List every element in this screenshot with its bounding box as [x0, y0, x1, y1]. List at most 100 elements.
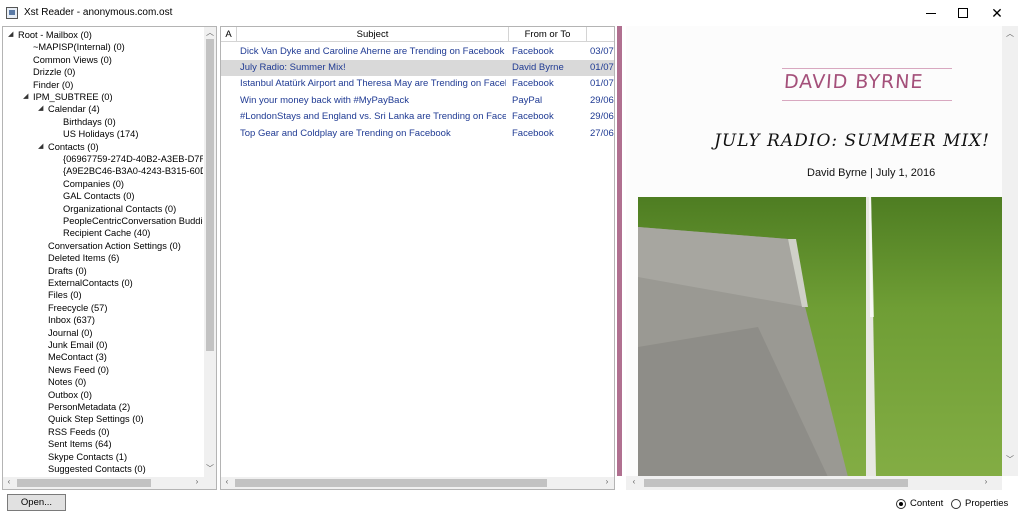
tree-scroll-thumb[interactable] — [206, 39, 214, 351]
message-list[interactable]: A Subject From or To Dick Van Dyke and C… — [220, 26, 615, 490]
message-from: Facebook — [512, 111, 554, 123]
folder-tree[interactable]: ◢ Root - Mailbox (0) ~MAPISP(Internal) (0)… — [2, 26, 217, 490]
tree-item[interactable]: US Holidays (174) — [63, 128, 138, 140]
tree-item[interactable]: Skype Contacts (1) — [48, 451, 127, 463]
tree-item[interactable]: ~MAPISP(Internal) (0) — [33, 41, 125, 53]
logo-rule-bottom — [782, 100, 952, 101]
preview-horizontal-scrollbar[interactable]: ‹ › — [626, 476, 1002, 490]
message-row[interactable]: Win your money back with #MyPayBack PayPa… — [221, 93, 614, 109]
preview-content: DAVID BYRNE JULY RADIO: SUMMER MIX! Davi… — [626, 26, 1002, 476]
scroll-left-icon[interactable]: ‹ — [3, 477, 15, 486]
tree-item[interactable]: Freecycle (57) — [48, 302, 107, 314]
message-from: PayPal — [512, 94, 543, 106]
column-attachment[interactable]: A — [221, 27, 237, 42]
expand-arrow-icon[interactable]: ◢ — [23, 92, 28, 100]
post-byline: David Byrne | July 1, 2016 — [807, 167, 936, 179]
tree-item[interactable]: Outbox (0) — [48, 389, 92, 401]
list-horizontal-scrollbar[interactable]: ‹ › — [221, 477, 614, 489]
preview-vertical-scrollbar[interactable]: ︿ ﹀ — [1002, 26, 1018, 476]
title-bar: Xst Reader - anonymous.com.ost ✕ — [0, 0, 1018, 26]
tree-item[interactable]: Inbox (637) — [48, 314, 95, 326]
tree-item[interactable]: PeopleCentricConversation Buddie — [63, 215, 203, 227]
message-from: Facebook — [512, 78, 554, 90]
tree-item[interactable]: Journal (0) — [48, 327, 92, 339]
tree-vertical-scrollbar[interactable]: ︿ ﹀ — [204, 27, 216, 477]
column-subject[interactable]: Subject — [237, 27, 509, 42]
message-row[interactable]: July Radio: Summer Mix! David Byrne 01/07 — [221, 59, 614, 77]
tree-item[interactable]: {06967759-274D-40B2-A3EB-D7F9 — [63, 153, 203, 165]
maximize-button[interactable] — [946, 0, 980, 26]
tree-item[interactable]: Deleted Items (6) — [48, 252, 119, 264]
properties-radio-icon[interactable] — [951, 498, 961, 509]
tree-hscroll-thumb[interactable] — [17, 479, 151, 487]
tree-item[interactable]: Organizational Contacts (0) — [63, 203, 176, 215]
tree-item[interactable]: Notes (0) — [48, 376, 86, 388]
expand-arrow-icon[interactable]: ◢ — [38, 104, 43, 112]
content-radio-icon[interactable] — [896, 498, 906, 509]
tree-item[interactable]: Calendar (4) — [48, 103, 100, 115]
tree-item[interactable]: Drizzle (0) — [33, 66, 75, 78]
close-button[interactable]: ✕ — [980, 0, 1014, 26]
expand-arrow-icon[interactable]: ◢ — [8, 30, 13, 38]
message-date: 27/06 — [590, 127, 614, 139]
scroll-down-icon[interactable]: ﹀ — [1004, 454, 1016, 465]
message-date: 29/06 — [590, 111, 614, 123]
message-from: Facebook — [512, 45, 554, 57]
tree-item[interactable]: Quick Step Settings (0) — [48, 413, 144, 425]
tree-item[interactable]: MeContact (3) — [48, 351, 107, 363]
content-radio[interactable]: Content — [896, 497, 943, 510]
message-row[interactable]: #LondonStays and England vs. Sri Lanka a… — [221, 109, 614, 125]
tree-item[interactable]: IPM_SUBTREE (0) — [33, 91, 113, 103]
scroll-up-icon[interactable]: ︿ — [1004, 28, 1016, 39]
tree-item[interactable]: News Feed (0) — [48, 364, 109, 376]
tree-item[interactable]: GAL Contacts (0) — [63, 190, 134, 202]
minimize-icon — [926, 13, 936, 14]
message-row[interactable]: Dick Van Dyke and Caroline Aherne are Tr… — [221, 44, 614, 60]
scroll-left-icon[interactable]: ‹ — [628, 477, 640, 486]
preview-hscroll-thumb[interactable] — [644, 479, 908, 487]
properties-radio[interactable]: Properties — [951, 497, 1008, 510]
tree-item[interactable]: RSS Feeds (0) — [48, 426, 109, 438]
content-radio-label: Content — [910, 498, 944, 509]
message-subject: #LondonStays and England vs. Sri Lanka a… — [240, 111, 506, 123]
tree-item[interactable]: ExternalContacts (0) — [48, 277, 133, 289]
tree-item[interactable]: Contacts (0) — [48, 141, 99, 153]
tree-item[interactable]: Root - Mailbox (0) — [18, 29, 92, 41]
minimize-button[interactable] — [914, 0, 948, 26]
scroll-right-icon[interactable]: › — [980, 477, 992, 486]
tree-item[interactable]: Common Views (0) — [33, 54, 112, 66]
tree-item[interactable]: {A9E2BC46-B3A0-4243-B315-60D9 — [63, 165, 203, 177]
tree-item[interactable]: Suggested Contacts (0) — [48, 463, 146, 475]
message-row[interactable]: Top Gear and Coldplay are Trending on Fa… — [221, 126, 614, 142]
tree-item[interactable]: Files (0) — [48, 289, 82, 301]
message-date: 03/07 — [590, 45, 614, 57]
tree-item[interactable]: Companies (0) — [63, 178, 124, 190]
pane-splitter[interactable] — [617, 26, 622, 476]
scroll-down-icon[interactable]: ﹀ — [204, 463, 216, 474]
column-from-or-to[interactable]: From or To — [509, 27, 587, 42]
message-subject: Win your money back with #MyPayBack — [240, 94, 409, 106]
message-row[interactable]: Istanbul Atatürk Airport and Theresa May… — [221, 76, 614, 92]
logo-rule-top — [782, 68, 952, 69]
message-from: David Byrne — [512, 61, 564, 73]
scroll-up-icon[interactable]: ︿ — [204, 27, 216, 38]
tree-item[interactable]: Conversation Action Settings (0) — [48, 240, 181, 252]
message-date: 01/07 — [590, 78, 614, 90]
scroll-right-icon[interactable]: › — [191, 477, 203, 486]
open-button[interactable]: Open... — [7, 494, 66, 511]
list-hscroll-thumb[interactable] — [235, 479, 547, 487]
expand-arrow-icon[interactable]: ◢ — [38, 142, 43, 150]
scroll-left-icon[interactable]: ‹ — [221, 477, 233, 486]
tree-item[interactable]: Birthdays (0) — [63, 116, 116, 128]
tree-item[interactable]: Junk Email (0) — [48, 339, 107, 351]
tree-item[interactable]: Drafts (0) — [48, 265, 87, 277]
tree-item[interactable]: Finder (0) — [33, 79, 73, 91]
tree-item[interactable]: Recipient Cache (40) — [63, 227, 150, 239]
tree-horizontal-scrollbar[interactable]: ‹ › — [3, 477, 216, 489]
tree-item[interactable]: Sent Items (64) — [48, 438, 112, 450]
column-date[interactable] — [587, 27, 614, 42]
message-preview[interactable]: DAVID BYRNE JULY RADIO: SUMMER MIX! Davi… — [626, 26, 1018, 490]
tree-item[interactable]: PersonMetadata (2) — [48, 401, 130, 413]
post-photo — [638, 197, 1002, 476]
scroll-right-icon[interactable]: › — [601, 477, 613, 486]
